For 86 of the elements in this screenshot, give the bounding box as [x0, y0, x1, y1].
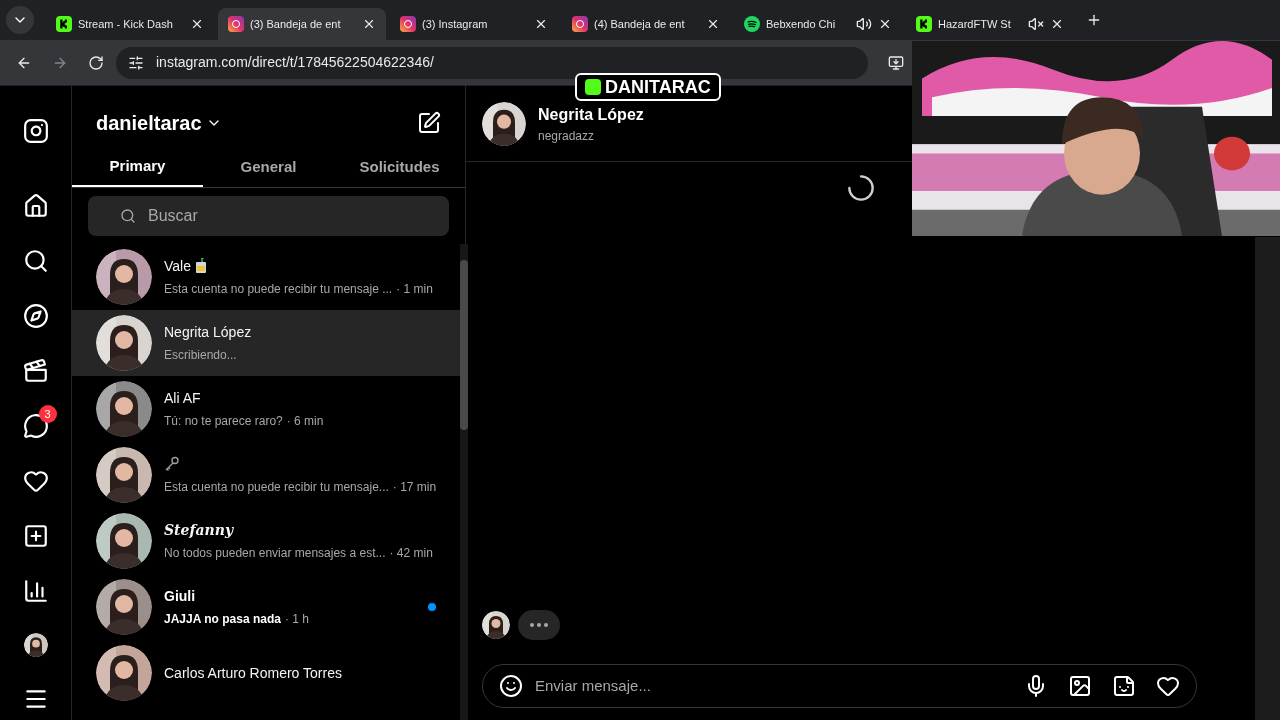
instagram-logo-icon: [572, 16, 588, 32]
tab-title: Bebxendo Chi: [766, 16, 837, 32]
account-switcher[interactable]: danieltarac: [96, 108, 222, 138]
conversation-item[interactable]: Vale Esta cuenta no puede recibir tu mensaje ... · 1 min: [72, 244, 461, 310]
key-icon: [164, 456, 180, 472]
browser-tab[interactable]: (4) Bandeja de ent: [562, 8, 730, 40]
new-message-icon[interactable]: [417, 111, 441, 135]
chat-username: negradazz: [538, 127, 596, 145]
search-field[interactable]: Buscar: [88, 196, 449, 236]
home-icon[interactable]: [22, 193, 49, 219]
message-preview: Escribiendo...: [164, 347, 237, 364]
tab-title: (3) Bandeja de ent: [250, 16, 342, 32]
contact-name: Carlos Arturo Romero Torres: [164, 663, 342, 683]
instagram-logo-icon: [228, 16, 244, 32]
close-icon[interactable]: [362, 17, 376, 31]
juice-box-icon: [195, 258, 207, 274]
bar-chart-icon[interactable]: [22, 578, 49, 604]
speaker-icon[interactable]: [856, 16, 872, 32]
message-preview: Esta cuenta no puede recibir tu mensaje ...: [164, 281, 393, 298]
inbox-tab[interactable]: Primary: [72, 148, 203, 187]
contact-name: Negrita López: [164, 322, 252, 342]
browser-tab[interactable]: (3) Instagram: [390, 8, 558, 40]
message-time: · 1 min: [396, 281, 433, 298]
clapperboard-icon[interactable]: [22, 358, 49, 384]
search-input[interactable]: Buscar: [148, 204, 417, 228]
compass-icon[interactable]: [22, 303, 49, 329]
conversation-item[interactable]: Esta cuenta no puede recibir tu mensaje... · 17 min: [72, 442, 461, 508]
message-time: · 17 min: [392, 479, 437, 496]
scrollbar[interactable]: [460, 244, 469, 720]
browser-tab[interactable]: Bebxendo Chi: [734, 8, 902, 40]
close-icon[interactable]: [190, 17, 204, 31]
muted-speaker-icon[interactable]: [1028, 16, 1044, 32]
conversation-item[interactable]: Ali AF Tú: no te parece raro? · 6 min: [72, 376, 461, 442]
kick-logo-icon: [916, 16, 932, 32]
reload-icon[interactable]: [88, 54, 104, 71]
site-settings-icon[interactable]: [128, 54, 144, 71]
sticker-icon[interactable]: [1112, 674, 1136, 698]
conversation-item[interactable]: Giuli JAJJA no pasa nada · 1 h: [72, 574, 461, 640]
kick-logo-icon: [56, 16, 72, 32]
message-input[interactable]: Enviar mensaje...: [535, 674, 1012, 698]
page-scrollbar[interactable]: [1255, 237, 1280, 720]
search-icon: [120, 208, 136, 224]
tab-title: (3) Instagram: [422, 16, 489, 32]
browser-tab[interactable]: HazardFTW St: [906, 8, 1074, 40]
instagram-logo-icon: [400, 16, 416, 32]
conversation-item[interactable]: Negrita López Escribiendo...: [72, 310, 461, 376]
heart-icon[interactable]: [22, 468, 49, 494]
heart-icon[interactable]: [1156, 674, 1180, 698]
spotify-logo-icon: [744, 16, 760, 32]
message-preview: Tú: no te parece raro?: [164, 413, 283, 430]
stream-channel-label: DANITARAC: [575, 73, 721, 101]
contact-name: Giuli: [164, 586, 196, 606]
tab-list-button[interactable]: [6, 6, 34, 34]
notification-badge: 3: [38, 405, 57, 423]
tab-title: HazardFTW St: [938, 16, 1012, 32]
message-preview: No todos pueden enviar mensajes a est...: [164, 545, 386, 562]
tab-title: (4) Bandeja de ent: [594, 16, 686, 32]
browser-tab[interactable]: Stream - Kick Dash: [46, 8, 214, 40]
message-time: · 6 min: [286, 413, 324, 430]
browser-tab[interactable]: (3) Bandeja de ent: [218, 8, 386, 40]
contact-name: Vale: [164, 256, 191, 276]
new-tab-icon[interactable]: [1086, 12, 1102, 28]
close-icon[interactable]: [534, 17, 548, 31]
message-time: · 1 h: [284, 611, 309, 628]
tab-title: Stream - Kick Dash: [78, 16, 174, 32]
contact-name: Ali AF: [164, 388, 201, 408]
inbox-tab[interactable]: General: [203, 148, 334, 187]
conversation-item[interactable]: Carlos Arturo Romero Torres: [72, 640, 461, 706]
conversation-item[interactable]: Stefanny No todos pueden enviar mensajes a est... · 42 min: [72, 508, 461, 574]
message-preview: Esta cuenta no puede recibir tu mensaje...: [164, 479, 389, 496]
close-icon[interactable]: [706, 17, 720, 31]
address-field[interactable]: instagram.com/direct/t/17845622504622346/: [116, 46, 868, 79]
message-preview: JAJJA no pasa nada: [164, 611, 281, 628]
contact-name: Stefanny: [164, 520, 234, 540]
close-icon[interactable]: [878, 17, 892, 31]
message-time: · 42 min: [389, 545, 433, 562]
emoji-icon[interactable]: [499, 674, 523, 698]
install-app-icon[interactable]: [888, 54, 904, 71]
inbox-tab[interactable]: Solicitudes: [334, 148, 465, 187]
chat-contact-name[interactable]: Negrita López: [538, 102, 644, 127]
close-icon[interactable]: [1050, 17, 1064, 31]
search-icon[interactable]: [22, 248, 49, 274]
image-icon[interactable]: [1068, 674, 1092, 698]
plus-square-icon[interactable]: [22, 523, 49, 549]
instagram-logo-icon[interactable]: [22, 118, 49, 144]
url-text: instagram.com/direct/t/17845622504622346/: [156, 53, 434, 72]
